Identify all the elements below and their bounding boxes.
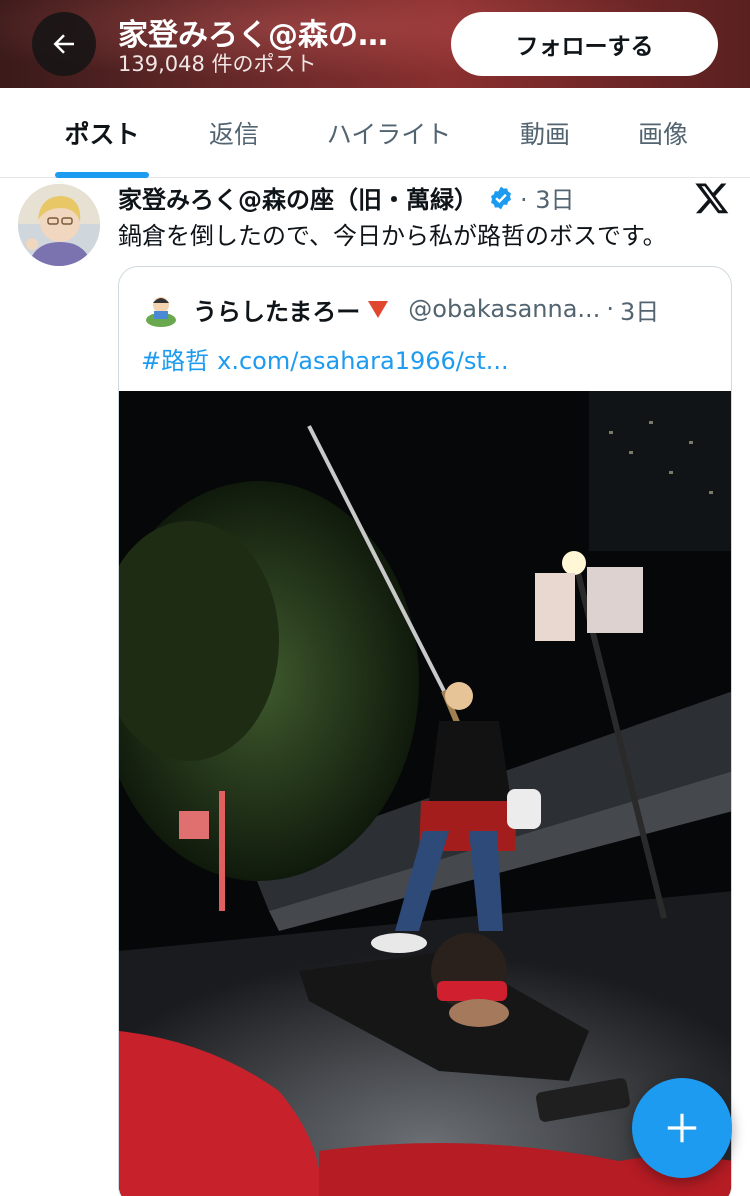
tab-replies[interactable]: 返信: [204, 88, 264, 178]
red-triangle-icon: [366, 298, 390, 320]
tab-highlights[interactable]: ハイライト: [264, 88, 514, 178]
post-author-line: 家登みろく@森の座（旧・萬緑） · 3日: [118, 180, 575, 215]
quote-author-name: うらしたまろー: [193, 297, 361, 326]
arrow-left-icon: [53, 34, 74, 54]
tab-label: ハイライト: [326, 120, 452, 149]
post-text: 鍋倉を倒したので、今日から私が路哲のボスです。: [118, 222, 667, 250]
separator-dot: ·: [606, 295, 614, 323]
tab-images[interactable]: 画像: [576, 88, 750, 178]
quote-time: 3日: [619, 297, 660, 326]
tab-label: 動画: [519, 120, 570, 149]
hashtag-link[interactable]: #路哲: [141, 347, 209, 375]
author-name[interactable]: 家登みろく@森の座（旧・萬緑）: [118, 180, 478, 215]
quote-author-avatar: [141, 289, 181, 329]
quote-author-handle: @obakasanna...: [408, 295, 601, 323]
profile-header: 家登みろく@森の… 139,048 件のポスト フォローする: [0, 0, 750, 88]
x-logo-icon: [694, 180, 730, 220]
back-button[interactable]: [32, 12, 96, 76]
compose-button[interactable]: [632, 1078, 732, 1178]
profile-tabs: ポスト 返信 ハイライト 動画 画像: [0, 88, 750, 178]
quote-author-line: うらしたまろー @obakasanna... · 3日: [141, 289, 659, 329]
tab-label: ポスト: [64, 120, 140, 149]
post-count: 139,048 件のポスト: [118, 52, 317, 76]
verified-badge-icon: [488, 185, 514, 211]
follow-button[interactable]: フォローする: [451, 12, 718, 76]
tab-label: 画像: [637, 120, 688, 149]
quote-text: #路哲 x.com/asahara1966/st...: [141, 341, 509, 376]
plus-icon: [667, 1113, 697, 1143]
quote-photo[interactable]: [119, 391, 731, 1196]
tab-label: 返信: [208, 120, 259, 149]
author-avatar[interactable]: [18, 184, 100, 266]
tab-posts[interactable]: ポスト: [0, 88, 204, 178]
post-time[interactable]: · 3日: [520, 180, 575, 215]
url-link[interactable]: x.com/asahara1966/st...: [217, 347, 509, 375]
tab-videos[interactable]: 動画: [514, 88, 576, 178]
active-tab-indicator: [55, 172, 149, 178]
quote-tweet-card[interactable]: うらしたまろー @obakasanna... · 3日 #路哲 x.com/asa…: [118, 266, 732, 1196]
